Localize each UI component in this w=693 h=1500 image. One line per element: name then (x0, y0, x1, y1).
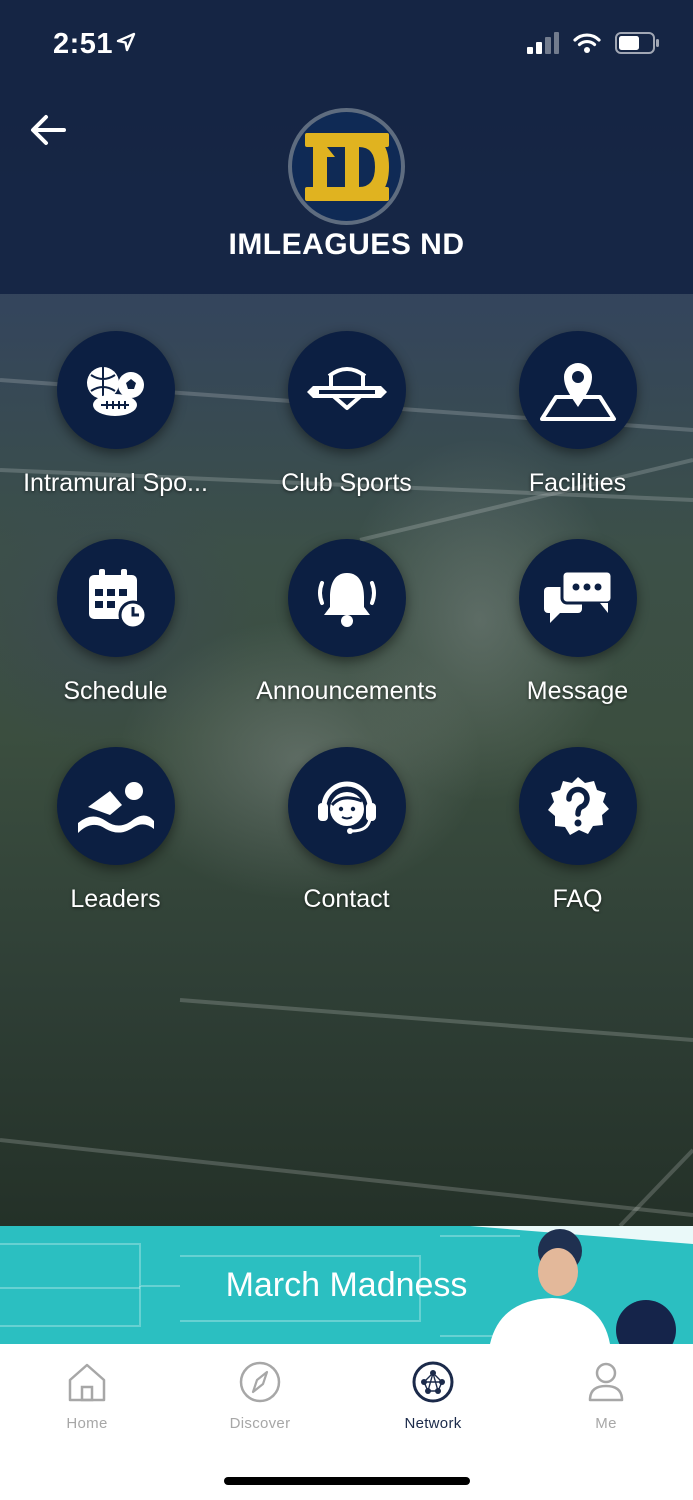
signal-icon (527, 32, 559, 54)
page-title: IMLEAGUES ND (228, 228, 465, 261)
menu-label: Message (526, 677, 629, 705)
headset-agent-icon (288, 747, 406, 865)
menu-label: Facilities (528, 469, 627, 497)
menu-label: Contact (303, 885, 390, 913)
notre-dame-logo (288, 108, 405, 225)
tab-home[interactable]: Home (27, 1360, 147, 1432)
tab-label: Me (595, 1415, 617, 1432)
back-arrow-icon[interactable] (26, 108, 70, 152)
calendar-clock-icon (57, 539, 175, 657)
person-icon (588, 1362, 624, 1402)
menu-item-intramural-sports[interactable]: Intramural Spo... (0, 331, 231, 531)
tab-label: Home (66, 1415, 108, 1432)
menu-item-faq[interactable]: FAQ (462, 747, 693, 947)
banner-title: March Madness (225, 1266, 468, 1304)
march-madness-banner[interactable]: March Madness (0, 1226, 693, 1344)
wifi-icon (573, 33, 601, 53)
status-indicators (527, 32, 659, 54)
question-icon (519, 747, 637, 865)
tab-me[interactable]: Me (546, 1360, 666, 1432)
tab-network[interactable]: Network (373, 1360, 493, 1432)
menu-item-schedule[interactable]: Schedule (0, 539, 231, 739)
tab-label: Network (404, 1415, 462, 1432)
menu-item-facilities[interactable]: Facilities (462, 331, 693, 531)
chat-bubbles-icon (519, 539, 637, 657)
club-banner-icon (288, 331, 406, 449)
menu-item-club-sports[interactable]: Club Sports (231, 331, 462, 531)
menu-label: Schedule (63, 677, 168, 705)
menu-item-contact[interactable]: Contact (231, 747, 462, 947)
menu-label: Intramural Spo... (23, 469, 208, 497)
status-time: 2:51 (53, 28, 114, 60)
bell-icon (288, 539, 406, 657)
menu-item-message[interactable]: Message (462, 539, 693, 739)
menu-item-leaders[interactable]: Leaders (0, 747, 231, 947)
menu-item-announcements[interactable]: Announcements (231, 539, 462, 739)
battery-icon (615, 32, 659, 54)
compass-icon (239, 1361, 281, 1403)
tab-discover[interactable]: Discover (200, 1360, 320, 1432)
menu-label: FAQ (552, 885, 603, 913)
location-arrow-icon (116, 32, 136, 52)
home-icon (68, 1363, 106, 1402)
menu-label: Announcements (256, 677, 437, 705)
network-icon (412, 1361, 454, 1403)
home-indicator[interactable] (224, 1477, 470, 1485)
map-pin-icon (519, 331, 637, 449)
menu-label: Leaders (70, 885, 161, 913)
swimmer-icon (57, 747, 175, 865)
app-header: 2:51 IMLEAGUES ND (0, 0, 693, 294)
menu-label: Club Sports (281, 469, 412, 497)
sports-balls-icon (57, 331, 175, 449)
tab-label: Discover (229, 1415, 291, 1432)
